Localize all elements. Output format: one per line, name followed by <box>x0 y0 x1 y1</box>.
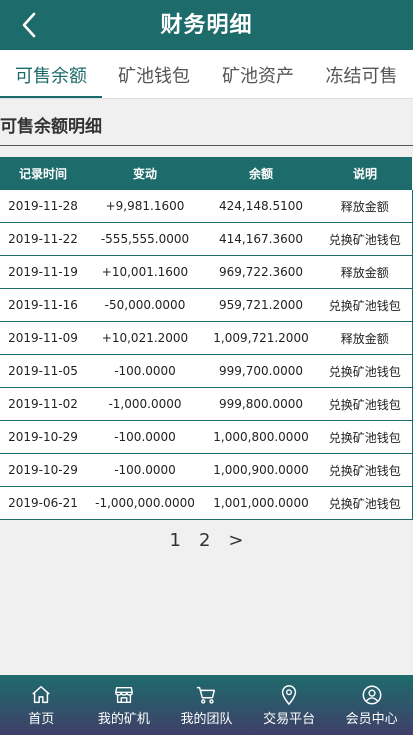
app-header: 财务明细 <box>0 0 413 50</box>
records-table: 记录时间 变动 余额 说明 2019-11-28 +9,981.1600 424,1… <box>0 157 413 520</box>
page-1-link[interactable]: 1 <box>168 530 183 551</box>
cell-time: 2019-11-28 <box>0 190 86 223</box>
table-header-row: 记录时间 变动 余额 说明 <box>0 157 412 190</box>
column-header-change: 变动 <box>86 157 204 190</box>
location-pin-icon <box>281 684 297 705</box>
cell-balance: 959,721.2000 <box>204 288 318 322</box>
cell-note: 释放金额 <box>318 190 413 223</box>
cell-time: 2019-10-29 <box>0 453 86 487</box>
nav-my-miners[interactable]: 我的矿机 <box>83 675 166 735</box>
nav-label-member-center: 会员中心 <box>345 711 398 727</box>
cell-time: 2019-11-02 <box>0 387 86 421</box>
nav-trading-platform[interactable]: 交易平台 <box>248 675 331 735</box>
cell-balance: 414,167.3600 <box>204 222 318 256</box>
table-row: 2019-11-28 +9,981.1600 424,148.5100 释放金额 <box>0 190 413 223</box>
table-row: 2019-06-21 -1,000,000.0000 1,001,000.0000 兑… <box>0 486 413 520</box>
cell-note: 兑换矿池钱包 <box>318 288 413 322</box>
nav-label-trading-platform: 交易平台 <box>263 711 316 727</box>
tab-pool-wallet[interactable]: 矿池钱包 <box>102 50 206 98</box>
cell-time: 2019-11-05 <box>0 354 86 388</box>
cell-time: 2019-06-21 <box>0 486 86 520</box>
cell-balance: 1,009,721.2000 <box>204 321 318 355</box>
table-row: 2019-11-22 -555,555.0000 414,167.3600 兑换矿池钱… <box>0 222 413 256</box>
table-row: 2019-11-16 -50,000.0000 959,721.2000 兑换矿池钱包 <box>0 288 413 322</box>
table-row: 2019-10-29 -100.0000 1,000,800.0000 兑换矿池钱包 <box>0 420 413 454</box>
store-icon <box>114 686 133 703</box>
nav-label-home: 首页 <box>28 711 55 727</box>
cell-time: 2019-10-29 <box>0 420 86 454</box>
table-row: 2019-11-19 +10,001.1600 969,722.3600 释放金额 <box>0 255 413 289</box>
cell-change: -100.0000 <box>86 453 204 487</box>
cell-note: 兑换矿池钱包 <box>318 222 413 256</box>
section-title: 可售余额明细 <box>0 114 413 146</box>
bottom-nav: 首页 我的矿机 我的团队 交易平台 会员中心 <box>0 675 413 735</box>
nav-home[interactable]: 首页 <box>0 675 83 735</box>
nav-label-my-team: 我的团队 <box>180 711 233 727</box>
cell-note: 兑换矿池钱包 <box>318 486 413 520</box>
cell-balance: 1,000,900.0000 <box>204 453 318 487</box>
nav-member-center[interactable]: 会员中心 <box>330 675 413 735</box>
column-header-note: 说明 <box>318 157 412 190</box>
tab-saleable-balance[interactable]: 可售余额 <box>0 50 102 98</box>
cell-balance: 999,700.0000 <box>204 354 318 388</box>
cell-change: -1,000,000.0000 <box>86 486 204 520</box>
user-icon <box>362 685 382 704</box>
table-row: 2019-10-29 -100.0000 1,000,900.0000 兑换矿池钱包 <box>0 453 413 487</box>
cell-time: 2019-11-09 <box>0 321 86 355</box>
table-row: 2019-11-05 -100.0000 999,700.0000 兑换矿池钱包 <box>0 354 413 388</box>
cell-time: 2019-11-22 <box>0 222 86 256</box>
column-header-balance: 余额 <box>204 157 318 190</box>
cell-balance: 424,148.5100 <box>204 190 318 223</box>
cell-note: 兑换矿池钱包 <box>318 387 413 421</box>
pagination: 1 2 > <box>0 527 413 553</box>
home-icon <box>32 685 51 703</box>
tab-bar: 可售余额 矿池钱包 矿池资产 冻结可售 <box>0 50 413 99</box>
nav-my-team[interactable]: 我的团队 <box>165 675 248 735</box>
page-title: 财务明细 <box>160 13 253 38</box>
cell-note: 兑换矿池钱包 <box>318 453 413 487</box>
cell-change: -555,555.0000 <box>86 222 204 256</box>
cell-change: -50,000.0000 <box>86 288 204 322</box>
cell-time: 2019-11-19 <box>0 255 86 289</box>
cell-balance: 999,800.0000 <box>204 387 318 421</box>
cell-note: 释放金额 <box>318 321 413 355</box>
cell-change: +10,001.1600 <box>86 255 204 289</box>
cell-change: -100.0000 <box>86 354 204 388</box>
cell-note: 兑换矿池钱包 <box>318 420 413 454</box>
cell-balance: 1,001,000.0000 <box>204 486 318 520</box>
cell-note: 释放金额 <box>318 255 413 289</box>
cell-change: -100.0000 <box>86 420 204 454</box>
cell-change: +10,021.2000 <box>86 321 204 355</box>
cell-note: 兑换矿池钱包 <box>318 354 413 388</box>
column-header-time: 记录时间 <box>0 157 86 190</box>
next-page-link[interactable]: > <box>226 530 245 551</box>
tab-frozen-saleable[interactable]: 冻结可售 <box>310 50 413 98</box>
page-2-link[interactable]: 2 <box>197 530 212 551</box>
cell-time: 2019-11-16 <box>0 288 86 322</box>
cell-balance: 1,000,800.0000 <box>204 420 318 454</box>
tab-pool-assets[interactable]: 矿池资产 <box>206 50 310 98</box>
table-row: 2019-11-02 -1,000.0000 999,800.0000 兑换矿池钱包 <box>0 387 413 421</box>
cell-change: -1,000.0000 <box>86 387 204 421</box>
cart-icon <box>197 686 216 704</box>
cell-change: +9,981.1600 <box>86 190 204 223</box>
nav-label-my-miners: 我的矿机 <box>97 711 150 727</box>
cell-balance: 969,722.3600 <box>204 255 318 289</box>
table-row: 2019-11-09 +10,021.2000 1,009,721.2000 释放金额 <box>0 321 413 355</box>
